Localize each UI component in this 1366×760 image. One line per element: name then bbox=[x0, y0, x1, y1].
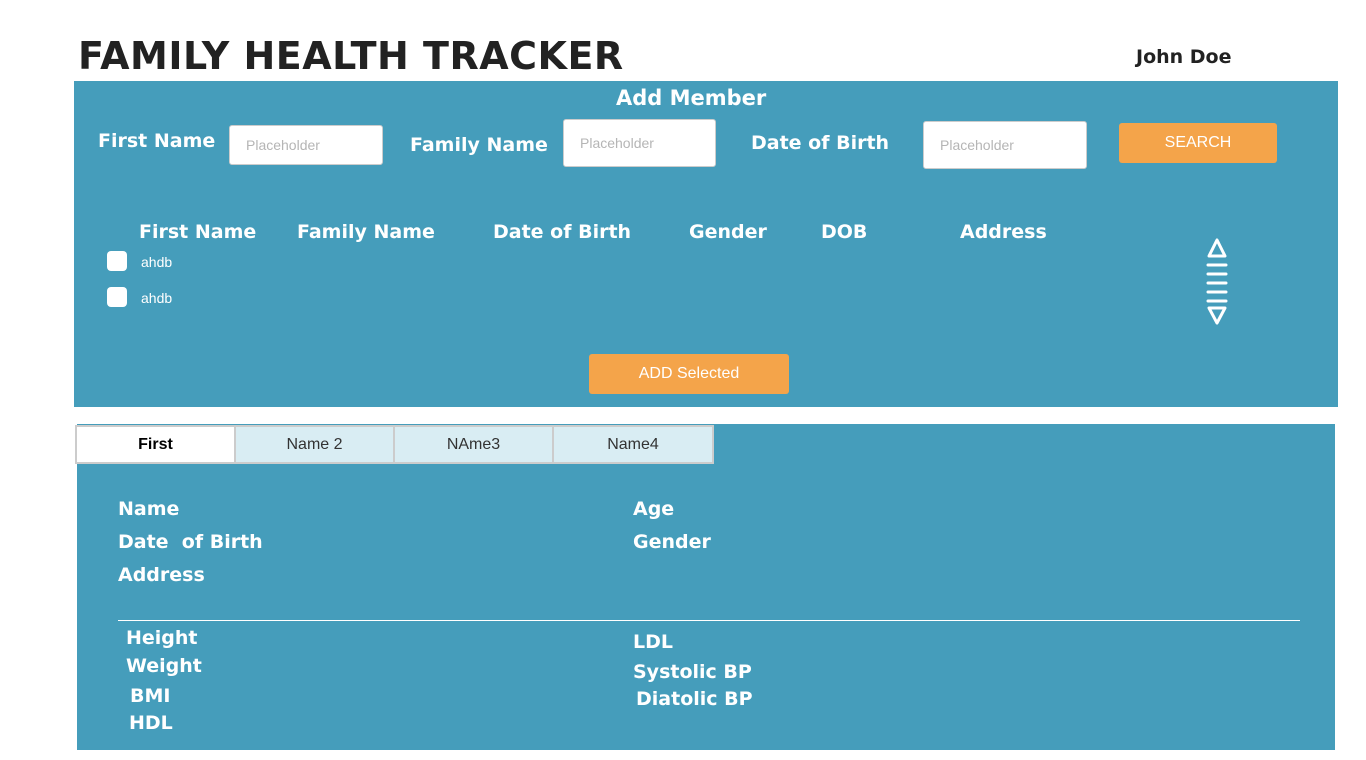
height-field: Height bbox=[126, 627, 198, 649]
tab-name-3[interactable]: NAme3 bbox=[395, 427, 552, 462]
add-member-heading: Add Member bbox=[616, 86, 767, 110]
row-first-name: ahdb bbox=[141, 290, 173, 306]
column-header-address: Address bbox=[960, 221, 1047, 243]
row-checkbox[interactable] bbox=[107, 251, 127, 271]
first-name-label: First Name bbox=[98, 130, 216, 152]
date-of-birth-field: Date of Birth bbox=[118, 531, 263, 553]
ldl-field: LDL bbox=[633, 631, 673, 653]
user-name[interactable]: John Doe bbox=[1136, 46, 1232, 68]
section-divider bbox=[118, 620, 1300, 621]
search-button[interactable]: SEARCH bbox=[1119, 123, 1277, 163]
hdl-field: HDL bbox=[129, 712, 173, 734]
diastolic-bp-field: Diatolic BP bbox=[636, 688, 753, 710]
first-name-input[interactable] bbox=[229, 125, 383, 165]
family-name-input[interactable] bbox=[563, 119, 716, 167]
weight-field: Weight bbox=[126, 655, 202, 677]
tab-first[interactable]: First bbox=[77, 427, 234, 462]
dob-input[interactable] bbox=[923, 121, 1087, 169]
address-field: Address bbox=[118, 564, 205, 586]
vertical-scroll-icon[interactable] bbox=[1205, 237, 1229, 327]
bmi-field: BMI bbox=[130, 685, 171, 707]
age-field: Age bbox=[633, 498, 675, 520]
column-header-gender: Gender bbox=[689, 221, 767, 243]
page-title: FAMILY HEALTH TRACKER bbox=[78, 34, 624, 78]
family-name-label: Family Name bbox=[410, 134, 548, 156]
add-selected-button[interactable]: ADD Selected bbox=[589, 354, 789, 394]
member-tabs: First Name 2 NAme3 Name4 bbox=[75, 425, 714, 464]
column-header-dob: DOB bbox=[821, 221, 868, 243]
tab-name-4[interactable]: Name4 bbox=[554, 427, 712, 462]
row-checkbox[interactable] bbox=[107, 287, 127, 307]
tab-name-2[interactable]: Name 2 bbox=[236, 427, 393, 462]
column-header-family-name: Family Name bbox=[297, 221, 435, 243]
column-header-date-of-birth: Date of Birth bbox=[493, 221, 632, 243]
systolic-bp-field: Systolic BP bbox=[633, 661, 752, 683]
name-field: Name bbox=[118, 498, 180, 520]
dob-label: Date of Birth bbox=[751, 132, 890, 154]
row-first-name: ahdb bbox=[141, 254, 173, 270]
column-header-first-name: First Name bbox=[139, 221, 257, 243]
gender-field: Gender bbox=[633, 531, 711, 553]
